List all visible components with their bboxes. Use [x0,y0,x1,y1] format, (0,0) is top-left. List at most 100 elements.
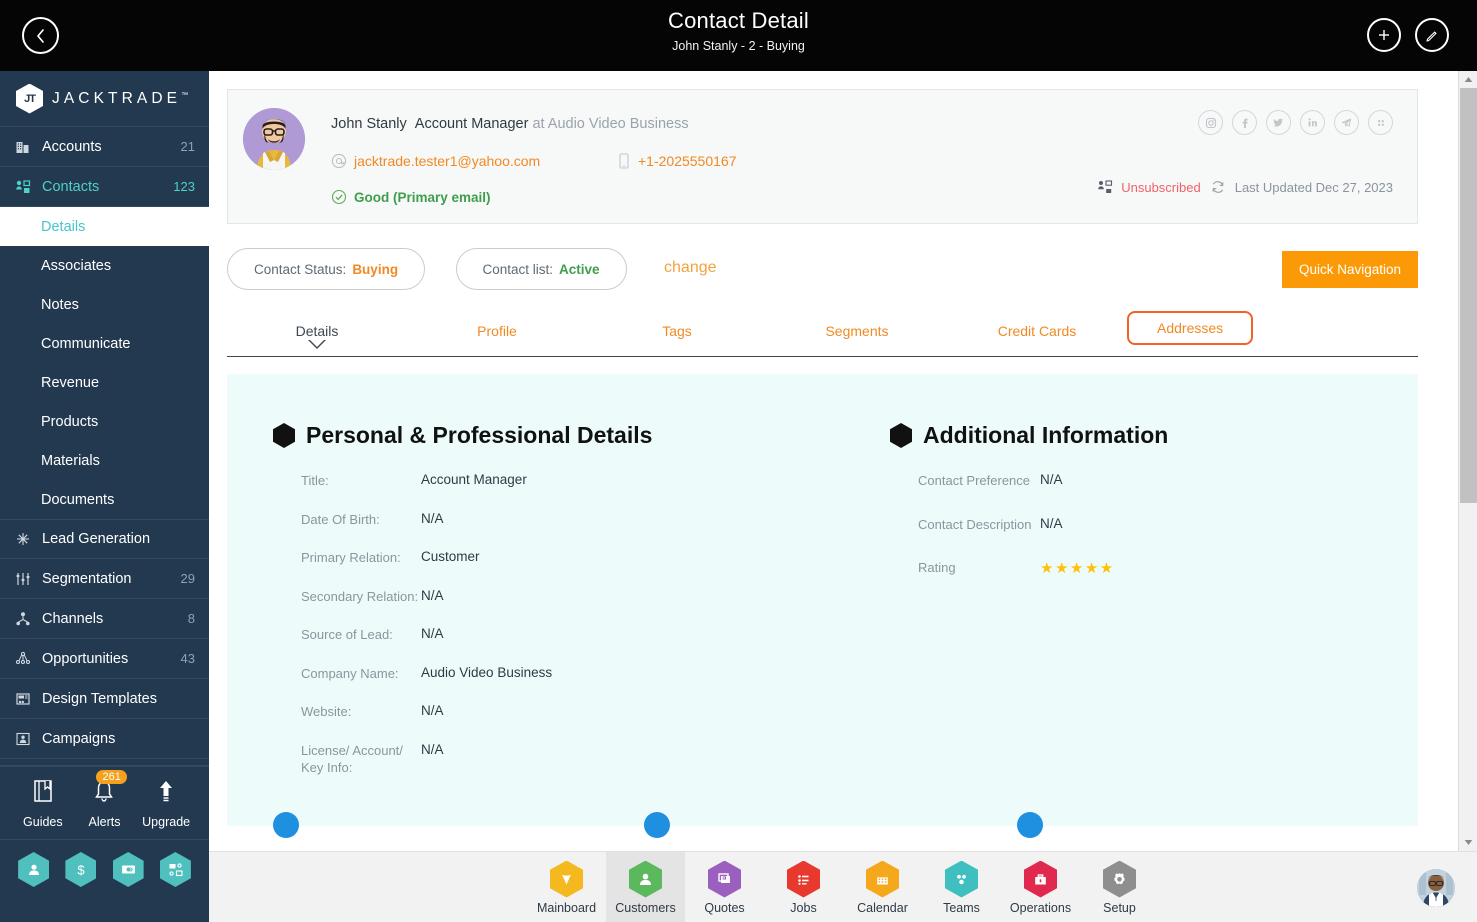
sidebar-subitem-associates[interactable]: Associates [0,246,209,285]
taskbar-item-teams[interactable]: Teams [922,852,1001,922]
sidebar-item-design-templates[interactable]: Design Templates [0,679,209,719]
sidebar-item-campaigns[interactable]: Campaigns [0,719,209,759]
edit-button[interactable] [1415,18,1449,52]
brand-logo[interactable]: JT JACKTRADE™ [0,71,209,127]
customers-icon [629,860,662,898]
page-subtitle: John Stanly - 2 - Buying [672,39,805,53]
quick-navigation-button[interactable]: Quick Navigation [1281,251,1418,288]
contact-detail-page: Contact Detail John Stanly - 2 - Buying … [0,0,1477,922]
page-title: Contact Detail [668,8,809,33]
field-label: License/ Account/ Key Info: [301,742,403,776]
upgrade-button[interactable]: Upgrade [138,779,194,829]
field-label: Source of Lead: [301,627,393,643]
contacts-icon [15,179,39,195]
instagram-icon[interactable] [1198,110,1223,135]
header-titles: Contact Detail John Stanly - 2 - Buying [0,8,1477,53]
taskbar-item-customers[interactable]: Customers [606,852,685,922]
campaigns-icon [15,731,39,747]
taskbar-item-jobs[interactable]: Jobs [764,852,843,922]
scroll-up-icon [1464,77,1473,82]
facebook-icon[interactable] [1232,110,1257,135]
field-label: Contact Description [918,516,1032,532]
details-panel: Personal & Professional Details Title: A… [227,374,1418,838]
apps-grid-icon[interactable] [1368,110,1393,135]
telegram-icon[interactable] [1334,110,1359,135]
last-updated: Last Updated Dec 27, 2023 [1234,179,1393,195]
quick-hex-workflow[interactable] [159,852,191,887]
quick-hex-dollar[interactable]: $ [65,852,97,887]
field-row: License/ Account/ Key Info: N/A [273,742,693,777]
field-value: Account Manager [421,472,527,487]
sidebar-item-lead-generation[interactable]: Lead Generation [0,519,209,559]
sidebar-item-contacts[interactable]: Contacts 123 [0,167,209,207]
tab-addresses[interactable]: Addresses [1127,311,1254,345]
brand-mark: JT [24,92,36,105]
pencil-icon [1426,31,1437,42]
sidebar-subitem-details[interactable]: Details [0,207,209,246]
sidebar-item-segmentation[interactable]: Segmentation 29 [0,559,209,599]
field-value: N/A [421,510,444,526]
section-title: Additional Information [923,422,1169,448]
field-value: N/A [421,741,444,757]
section-hex-icon [273,423,295,448]
contact-phone: +1-2025550167 [619,153,737,169]
taskbar-item-mainboard[interactable]: Mainboard [527,852,606,922]
sidebar-subitem-communicate[interactable]: Communicate [0,324,209,363]
quick-hex-money-transfer[interactable] [112,852,144,887]
sidebar-subitem-notes[interactable]: Notes [0,285,209,324]
alerts-button[interactable]: 261 Alerts [76,770,132,829]
tab-profile[interactable]: Profile [407,318,587,339]
snowflake-icon [15,531,39,547]
segmentation-icon [15,571,39,587]
bottom-taskbar: Mainboard Customers Quotes Jobs Calendar… [209,851,1477,922]
taskbar-item-setup[interactable]: Setup [1080,852,1159,922]
workflow-icon [169,863,183,877]
contact-email[interactable]: jacktrade.tester1@yahoo.com [331,153,540,169]
field-value: N/A [421,703,444,719]
linkedin-icon[interactable] [1300,110,1325,135]
field-row: Title: Account Manager [273,472,693,490]
sidebar-item-label: Campaigns [42,730,116,747]
tab-segments[interactable]: Segments [767,318,947,339]
sidebar-item-count: 21 [180,139,195,154]
scroll-down-button[interactable] [1459,834,1477,851]
contact-status-pill[interactable]: Contact Status: Buying [227,248,426,290]
sidebar-subitem-documents[interactable]: Documents [0,480,209,519]
quotes-icon [708,860,741,898]
contact-list-pill[interactable]: Contact list: Active [455,248,627,290]
field-row: Date Of Birth: N/A [273,511,693,529]
sidebar-item-opportunities[interactable]: Opportunities 43 [0,639,209,679]
sidebar-subitem-revenue[interactable]: Revenue [0,363,209,402]
contact-summary-card: John Stanly Account Manager at Audio Vide… [227,89,1418,224]
quick-hex-person[interactable] [18,852,50,887]
sidebar-subitem-materials[interactable]: Materials [0,441,209,480]
upgrade-label: Upgrade [142,815,191,829]
tab-label: Addresses [1157,320,1224,336]
taskbar-item-operations[interactable]: Operations [1001,852,1080,922]
sidebar-subitem-products[interactable]: Products [0,402,209,441]
change-link[interactable]: change [664,259,717,276]
contact-name: John Stanly [331,116,407,132]
add-button[interactable] [1367,18,1401,52]
tab-credit-cards[interactable]: Credit Cards [947,318,1127,339]
scrollbar-thumb[interactable] [1460,88,1477,503]
twitter-icon[interactable] [1266,110,1291,135]
vertical-scrollbar[interactable] [1458,71,1477,851]
sidebar-item-accounts[interactable]: Accounts 21 [0,127,209,167]
user-avatar[interactable] [1417,869,1455,907]
tab-details[interactable]: Details [227,318,407,349]
section-hex-icon [890,423,912,448]
sidebar-item-label: Opportunities [42,650,129,667]
tab-tags[interactable]: Tags [587,318,767,339]
taskbar-item-calendar[interactable]: Calendar [843,852,922,922]
taskbar-item-quotes[interactable]: Quotes [685,852,764,922]
guides-button[interactable]: Guides [15,779,71,829]
opportunities-icon [15,651,39,667]
refresh-icon[interactable] [1209,178,1227,196]
alerts-label: Alerts [88,815,121,829]
field-label: Company Name: [301,665,399,681]
channels-icon [15,611,39,627]
scroll-up-button[interactable] [1459,71,1477,88]
sidebar-item-label: Contacts [42,178,100,195]
sidebar-item-channels[interactable]: Channels 8 [0,599,209,639]
